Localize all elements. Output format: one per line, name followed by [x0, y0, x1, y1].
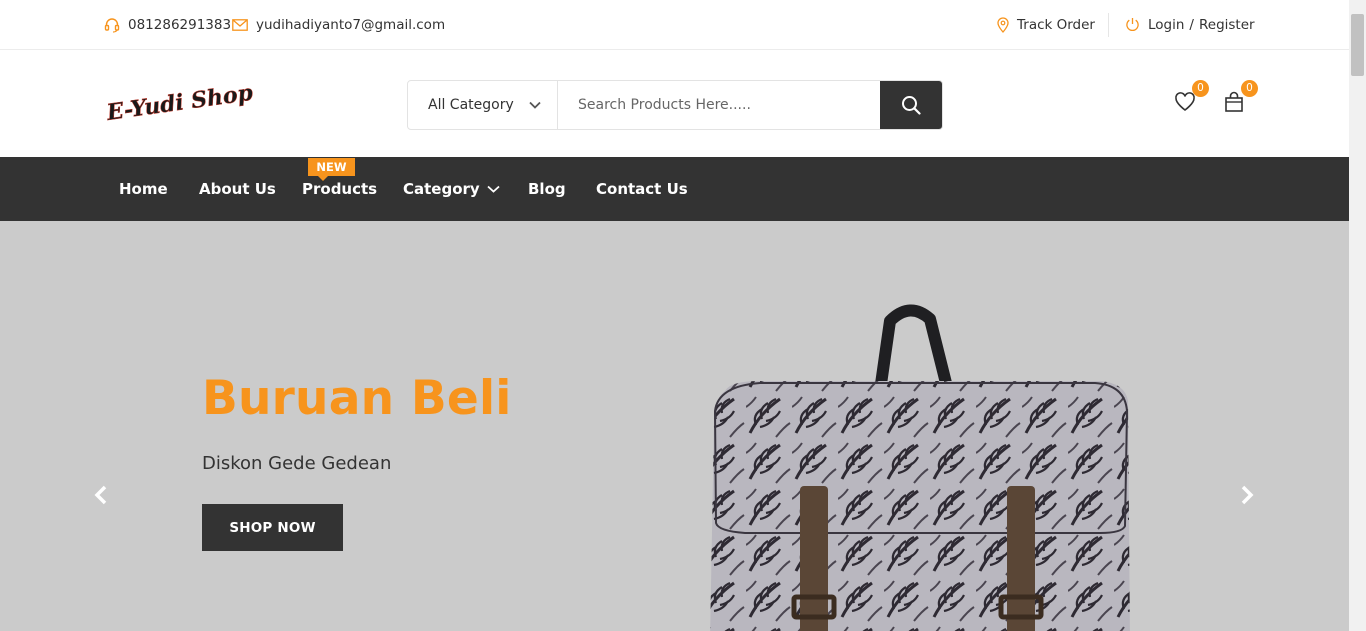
slider-next-button[interactable]	[1235, 483, 1259, 507]
logo-wordmark: E-Yudi Shop	[104, 79, 255, 126]
power-icon	[1126, 18, 1139, 31]
track-order-link[interactable]: Track Order	[997, 0, 1095, 49]
hero-subtitle: Diskon Gede Gedean	[202, 453, 392, 474]
wishlist-button[interactable]: 0	[1173, 80, 1209, 116]
map-pin-icon	[997, 16, 1009, 33]
chevron-down-icon	[487, 185, 500, 193]
new-badge: NEW	[308, 158, 355, 181]
hero-title: Buruan Beli	[202, 371, 512, 426]
search-button[interactable]	[880, 81, 942, 129]
wishlist-count-badge: 0	[1192, 80, 1209, 97]
logo[interactable]: E-Yudi Shop	[104, 79, 274, 130]
slider-prev-button[interactable]	[89, 483, 113, 507]
chevron-left-icon	[94, 485, 107, 505]
nav-contact-us[interactable]: Contact Us	[596, 157, 688, 221]
search-icon	[902, 96, 921, 115]
category-select[interactable]: All Category	[408, 81, 558, 129]
page-scrollbar[interactable]	[1349, 0, 1366, 631]
page: 081286291383 yudihadiyanto7@gmail.com Tr…	[0, 0, 1366, 631]
nav-home[interactable]: Home	[119, 157, 168, 221]
nav-blog[interactable]: Blog	[528, 157, 566, 221]
topbar: 081286291383 yudihadiyanto7@gmail.com Tr…	[0, 0, 1349, 50]
chevron-down-icon	[529, 101, 541, 109]
chevron-right-icon	[1241, 485, 1254, 505]
header: E-Yudi Shop All Category 0	[0, 50, 1349, 157]
search-input[interactable]	[558, 81, 880, 129]
main-nav: Home About Us Products Category Blog Con…	[0, 157, 1349, 221]
cart-button[interactable]: 0	[1222, 80, 1258, 116]
email-address: yudihadiyanto7@gmail.com	[256, 16, 446, 33]
search-bar: All Category	[407, 80, 943, 130]
track-order-label: Track Order	[1017, 16, 1095, 33]
login-separator: /	[1189, 16, 1194, 33]
nav-category-label: Category	[403, 180, 480, 198]
login-register: Login / Register	[1125, 0, 1255, 49]
topbar-divider	[1108, 13, 1109, 37]
headset-icon	[104, 17, 120, 33]
email-contact[interactable]: yudihadiyanto7@gmail.com	[232, 0, 445, 49]
register-link[interactable]: Register	[1199, 17, 1255, 33]
phone-number: 081286291383	[128, 16, 232, 33]
hero-slider: Buruan Beli Diskon Gede Gedean SHOP NOW	[0, 221, 1349, 631]
nav-about-us[interactable]: About Us	[199, 157, 276, 221]
phone-contact[interactable]: 081286291383	[104, 0, 231, 49]
logo-text: E-Yudi Shop	[104, 80, 255, 126]
login-link[interactable]: Login	[1148, 17, 1184, 33]
shop-now-button[interactable]: SHOP NOW	[202, 504, 343, 551]
backpack-product-image	[710, 304, 1130, 631]
scrollbar-thumb[interactable]	[1351, 14, 1364, 76]
category-select-value: All Category	[428, 97, 514, 113]
cart-count-badge: 0	[1241, 80, 1258, 97]
envelope-icon	[232, 18, 248, 31]
nav-category[interactable]: Category	[403, 157, 500, 221]
